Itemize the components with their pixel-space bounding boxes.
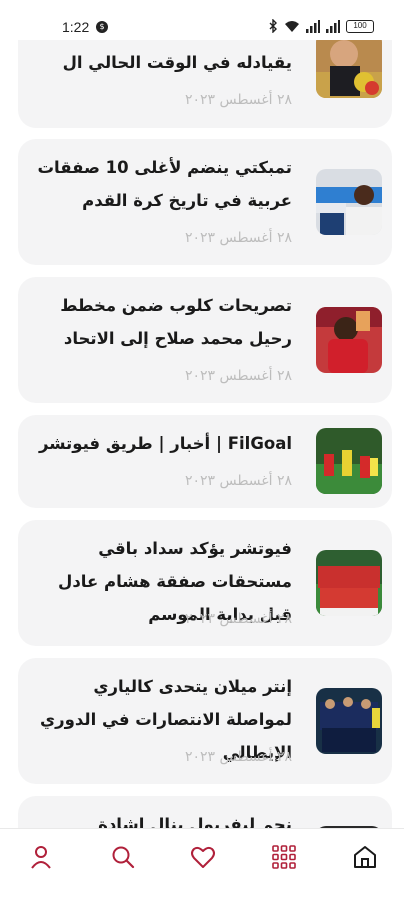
home-icon	[354, 846, 376, 868]
news-title: تمبكتي ينضم لأغلى 10 صفقات عربية في تاري…	[37, 158, 292, 210]
nav-home-button[interactable]	[351, 843, 379, 871]
news-thumbnail	[316, 428, 382, 494]
notification-icon: $	[96, 21, 108, 33]
nav-categories-button[interactable]	[270, 843, 298, 871]
search-icon	[112, 846, 135, 869]
signal-icon	[306, 19, 320, 33]
news-card[interactable]: تمبكتي ينضم لأغلى 10 صفقات عربية في تاري…	[18, 139, 392, 265]
news-card[interactable]: تصريحات كلوب ضمن مخطط رحيل محمد صلاح إلى…	[18, 277, 392, 403]
wifi-icon	[285, 20, 299, 32]
system-navigation-bar	[0, 884, 404, 900]
news-date: ٢٨ أغسطس ٢٠٢٣	[184, 230, 292, 246]
news-date: ٢٨ أغسطس ٢٠٢٣	[184, 749, 292, 765]
news-thumbnail	[316, 307, 382, 373]
grid-icon	[272, 845, 296, 869]
profile-icon	[31, 846, 51, 869]
bottom-navigation	[0, 828, 404, 884]
nav-favorites-button[interactable]	[189, 843, 217, 871]
news-thumbnail	[316, 169, 382, 235]
news-date: ٢٨ أغسطس ٢٠٢٣	[184, 611, 292, 627]
status-icons: 100	[268, 19, 374, 33]
battery-indicator: 100	[346, 19, 374, 33]
news-title: تصريحات كلوب ضمن مخطط رحيل محمد صلاح إلى…	[60, 296, 292, 348]
news-date: ٢٨ أغسطس ٢٠٢٣	[184, 473, 292, 489]
status-time: 1:22	[62, 19, 90, 35]
heart-icon	[191, 846, 215, 868]
nav-search-button[interactable]	[109, 843, 137, 871]
bluetooth-icon	[269, 19, 277, 33]
news-card[interactable]: فيوتشر يؤكد سداد باقي مستحقات صفقة هشام …	[18, 520, 392, 646]
status-bar: 1:22 $ 100	[0, 0, 404, 40]
news-title: FilGoal | أخبار | طريق فيوتشر	[38, 434, 292, 453]
news-date: ٢٨ أغسطس ٢٠٢٣	[184, 368, 292, 384]
news-title: يقيادله في الوقت الحالي ال	[62, 53, 292, 72]
news-thumbnail	[316, 550, 382, 616]
news-thumbnail	[316, 688, 382, 754]
news-thumbnail	[316, 32, 382, 98]
news-card[interactable]: FilGoal | أخبار | طريق فيوتشر ٢٨ أغسطس ٢…	[18, 415, 392, 508]
nav-profile-button[interactable]	[27, 843, 55, 871]
news-date: ٢٨ أغسطس ٢٠٢٣	[184, 92, 292, 108]
signal-icon	[326, 19, 340, 33]
news-card[interactable]: إنتر ميلان يتحدى كالياري لمواصلة الانتصا…	[18, 658, 392, 784]
